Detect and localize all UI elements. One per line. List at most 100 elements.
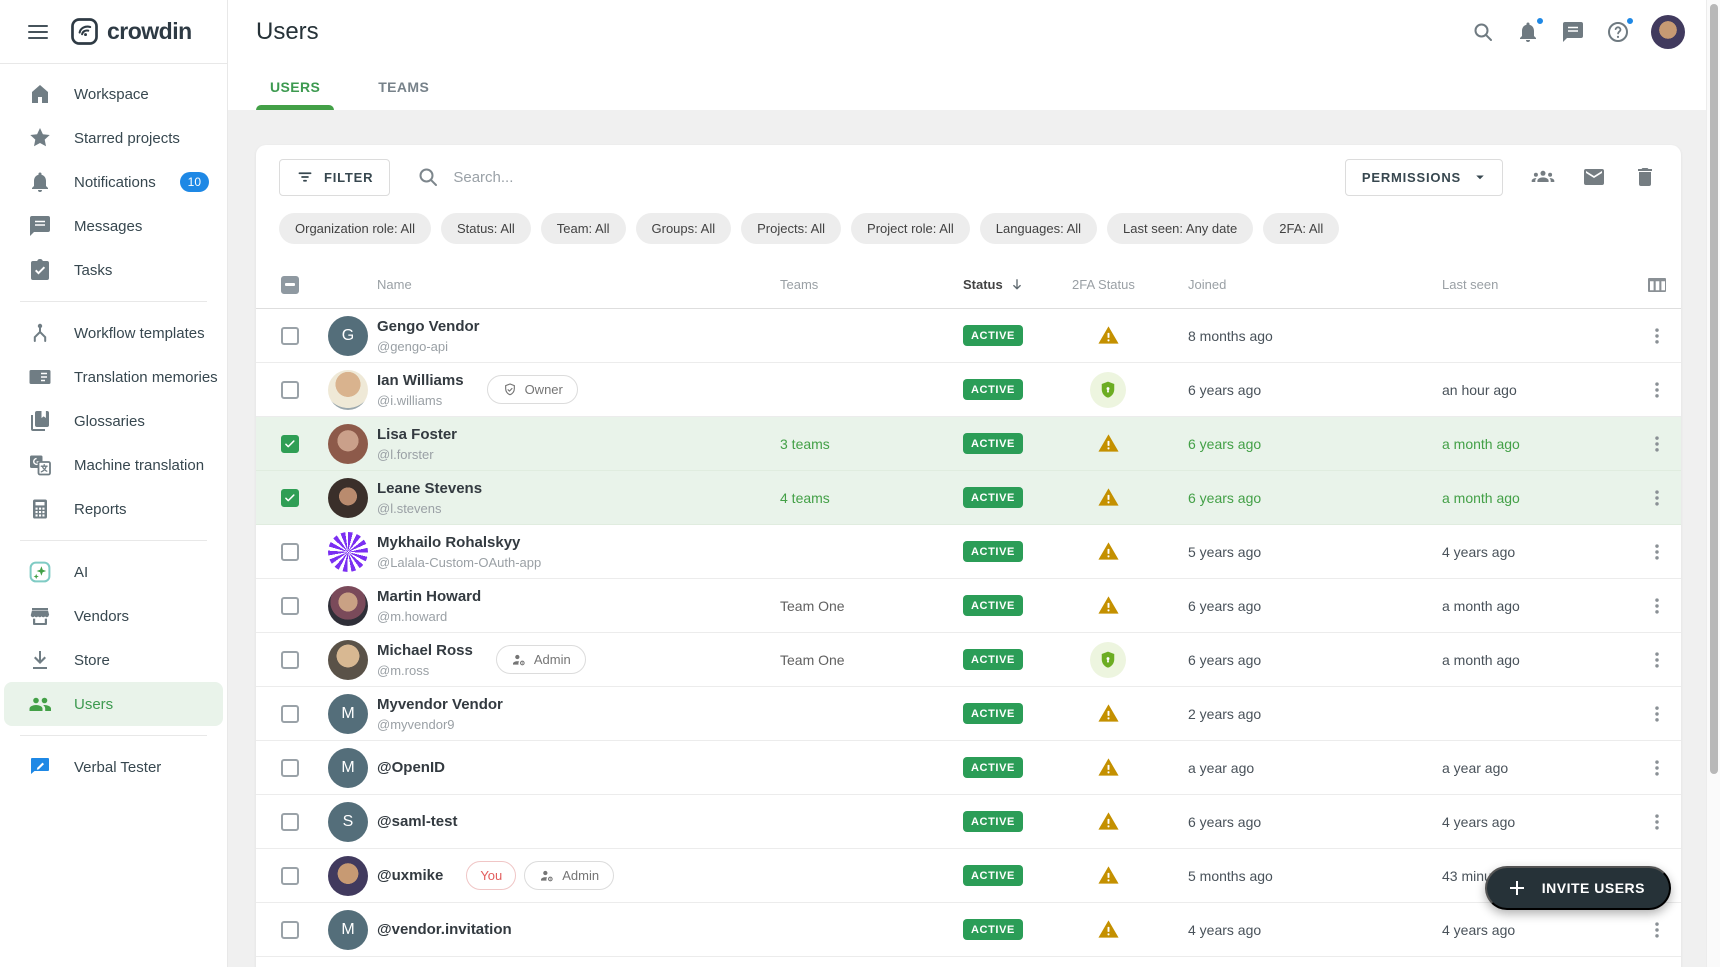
sidebar-item-workspace[interactable]: Workspace (4, 72, 223, 116)
kebab-icon[interactable] (1646, 703, 1668, 725)
kebab-icon[interactable] (1646, 433, 1668, 455)
tab-teams[interactable]: TEAMS (378, 64, 429, 110)
column-header-2fa[interactable]: 2FA Status (1072, 277, 1144, 292)
sidebar-item-users[interactable]: Users (4, 682, 223, 726)
sidebar-item-vendors[interactable]: Vendors (4, 594, 223, 638)
column-header-name[interactable]: Name (312, 277, 780, 292)
filter-chip[interactable]: Last seen: Any date (1107, 213, 1253, 244)
row-checkbox[interactable] (281, 705, 299, 723)
sidebar-item-verbal-tester[interactable]: Verbal Tester (4, 745, 223, 789)
filter-chip[interactable]: Organization role: All (279, 213, 431, 244)
user-display-name[interactable]: Gengo Vendor (377, 318, 480, 336)
row-checkbox[interactable] (281, 921, 299, 939)
row-checkbox[interactable] (281, 327, 299, 345)
table-row[interactable]: @uxmikeYouAdminACTIVE5 months ago43 minu… (256, 849, 1681, 903)
sidebar-item-machine-translation[interactable]: Machine translation (4, 443, 223, 487)
sidebar-item-tasks[interactable]: Tasks (4, 248, 223, 292)
table-row[interactable]: Martin Howard@m.howardTeam OneACTIVE6 ye… (256, 579, 1681, 633)
filter-chip[interactable]: Groups: All (636, 213, 732, 244)
column-header-last-seen[interactable]: Last seen (1436, 277, 1633, 292)
sidebar-item-starred-projects[interactable]: Starred projects (4, 116, 223, 160)
filter-chip[interactable]: Team: All (541, 213, 626, 244)
user-username[interactable]: @OpenID (377, 759, 445, 777)
sidebar-item-ai[interactable]: AI (4, 550, 223, 594)
column-header-status[interactable]: Status (960, 276, 1072, 294)
user-display-name[interactable]: Lisa Foster (377, 426, 457, 444)
scrollbar-thumb[interactable] (1710, 4, 1718, 774)
sidebar-item-workflow-templates[interactable]: Workflow templates (4, 311, 223, 355)
tab-users[interactable]: USERS (270, 64, 320, 110)
group-add-button[interactable] (1531, 165, 1555, 189)
select-all-checkbox[interactable] (281, 276, 299, 294)
kebab-icon[interactable] (1646, 379, 1668, 401)
kebab-icon[interactable] (1646, 811, 1668, 833)
user-username[interactable]: @uxmike (377, 867, 443, 885)
kebab-icon[interactable] (1646, 541, 1668, 563)
notifications-button[interactable] (1516, 20, 1540, 44)
teams-cell[interactable]: 4 teams (780, 490, 960, 506)
filter-chip[interactable]: Languages: All (980, 213, 1097, 244)
sidebar-item-messages[interactable]: Messages (4, 204, 223, 248)
filter-chip[interactable]: Projects: All (741, 213, 841, 244)
teams-cell[interactable]: 3 teams (780, 436, 960, 452)
sidebar-item-store[interactable]: Store (4, 638, 223, 682)
mail-button[interactable] (1582, 165, 1606, 189)
kebab-icon[interactable] (1646, 325, 1668, 347)
sidebar-item-notifications[interactable]: Notifications10 (4, 160, 223, 204)
table-row[interactable]: S@saml-testACTIVE6 years ago4 years ago (256, 795, 1681, 849)
filter-button[interactable]: FILTER (279, 159, 390, 196)
kebab-icon[interactable] (1646, 595, 1668, 617)
table-row[interactable]: M@OpenIDACTIVEa year agoa year ago (256, 741, 1681, 795)
row-checkbox[interactable] (281, 597, 299, 615)
filter-chip[interactable]: 2FA: All (1263, 213, 1339, 244)
column-header-joined[interactable]: Joined (1144, 277, 1436, 292)
table-row[interactable]: MMyvendor Vendor@myvendor9ACTIVE2 years … (256, 687, 1681, 741)
kebab-icon[interactable] (1646, 487, 1668, 509)
table-row[interactable]: Leane Stevens@l.stevens4 teamsACTIVE6 ye… (256, 471, 1681, 525)
table-row[interactable]: Ian Williams@i.williamsOwnerACTIVE6 year… (256, 363, 1681, 417)
help-button[interactable] (1606, 20, 1630, 44)
user-display-name[interactable]: Mykhailo Rohalskyy (377, 534, 541, 552)
kebab-icon[interactable] (1646, 757, 1668, 779)
user-username[interactable]: @saml-test (377, 813, 458, 831)
row-checkbox[interactable] (281, 651, 299, 669)
permissions-button[interactable]: PERMISSIONS (1345, 159, 1503, 196)
filter-chip[interactable]: Status: All (441, 213, 531, 244)
table-row[interactable]: Lisa Foster@l.forster3 teamsACTIVE6 year… (256, 417, 1681, 471)
table-row[interactable]: Michael Ross@m.rossAdminTeam OneACTIVE6 … (256, 633, 1681, 687)
table-row[interactable]: GGengo Vendor@gengo-apiACTIVE8 months ag… (256, 309, 1681, 363)
user-display-name[interactable]: Michael Ross (377, 642, 473, 660)
row-checkbox[interactable] (281, 435, 299, 453)
sidebar-item-reports[interactable]: Reports (4, 487, 223, 531)
menu-icon[interactable] (26, 20, 50, 44)
table-row[interactable]: Mykhailo Rohalskyy@Lalala-Custom-OAuth-a… (256, 525, 1681, 579)
row-checkbox[interactable] (281, 813, 299, 831)
user-display-name[interactable]: Martin Howard (377, 588, 481, 606)
crowdin-logo[interactable]: crowdin (70, 17, 192, 46)
row-checkbox[interactable] (281, 489, 299, 507)
user-username: @m.ross (377, 663, 473, 678)
table-row[interactable]: M@vendor.invitationACTIVE4 years ago4 ye… (256, 903, 1681, 957)
filter-chip[interactable]: Project role: All (851, 213, 970, 244)
user-display-name[interactable]: Myvendor Vendor (377, 696, 503, 714)
search-input[interactable] (453, 169, 873, 186)
column-header-teams[interactable]: Teams (780, 277, 960, 292)
user-username[interactable]: @vendor.invitation (377, 921, 512, 939)
row-checkbox[interactable] (281, 381, 299, 399)
invite-users-button[interactable]: INVITE USERS (1485, 866, 1671, 910)
user-name-block: @uxmike (377, 867, 443, 885)
kebab-icon[interactable] (1646, 649, 1668, 671)
sidebar-item-translation-memories[interactable]: Translation memories (4, 355, 223, 399)
row-checkbox[interactable] (281, 543, 299, 561)
user-display-name[interactable]: Ian Williams (377, 372, 464, 390)
sidebar-item-glossaries[interactable]: Glossaries (4, 399, 223, 443)
row-checkbox[interactable] (281, 867, 299, 885)
search-button[interactable] (1471, 20, 1495, 44)
row-checkbox[interactable] (281, 759, 299, 777)
user-display-name[interactable]: Leane Stevens (377, 480, 482, 498)
kebab-icon[interactable] (1646, 919, 1668, 941)
messages-button[interactable] (1561, 20, 1585, 44)
delete-button[interactable] (1633, 165, 1657, 189)
user-avatar[interactable] (1651, 15, 1685, 49)
columns-icon[interactable] (1645, 273, 1669, 297)
